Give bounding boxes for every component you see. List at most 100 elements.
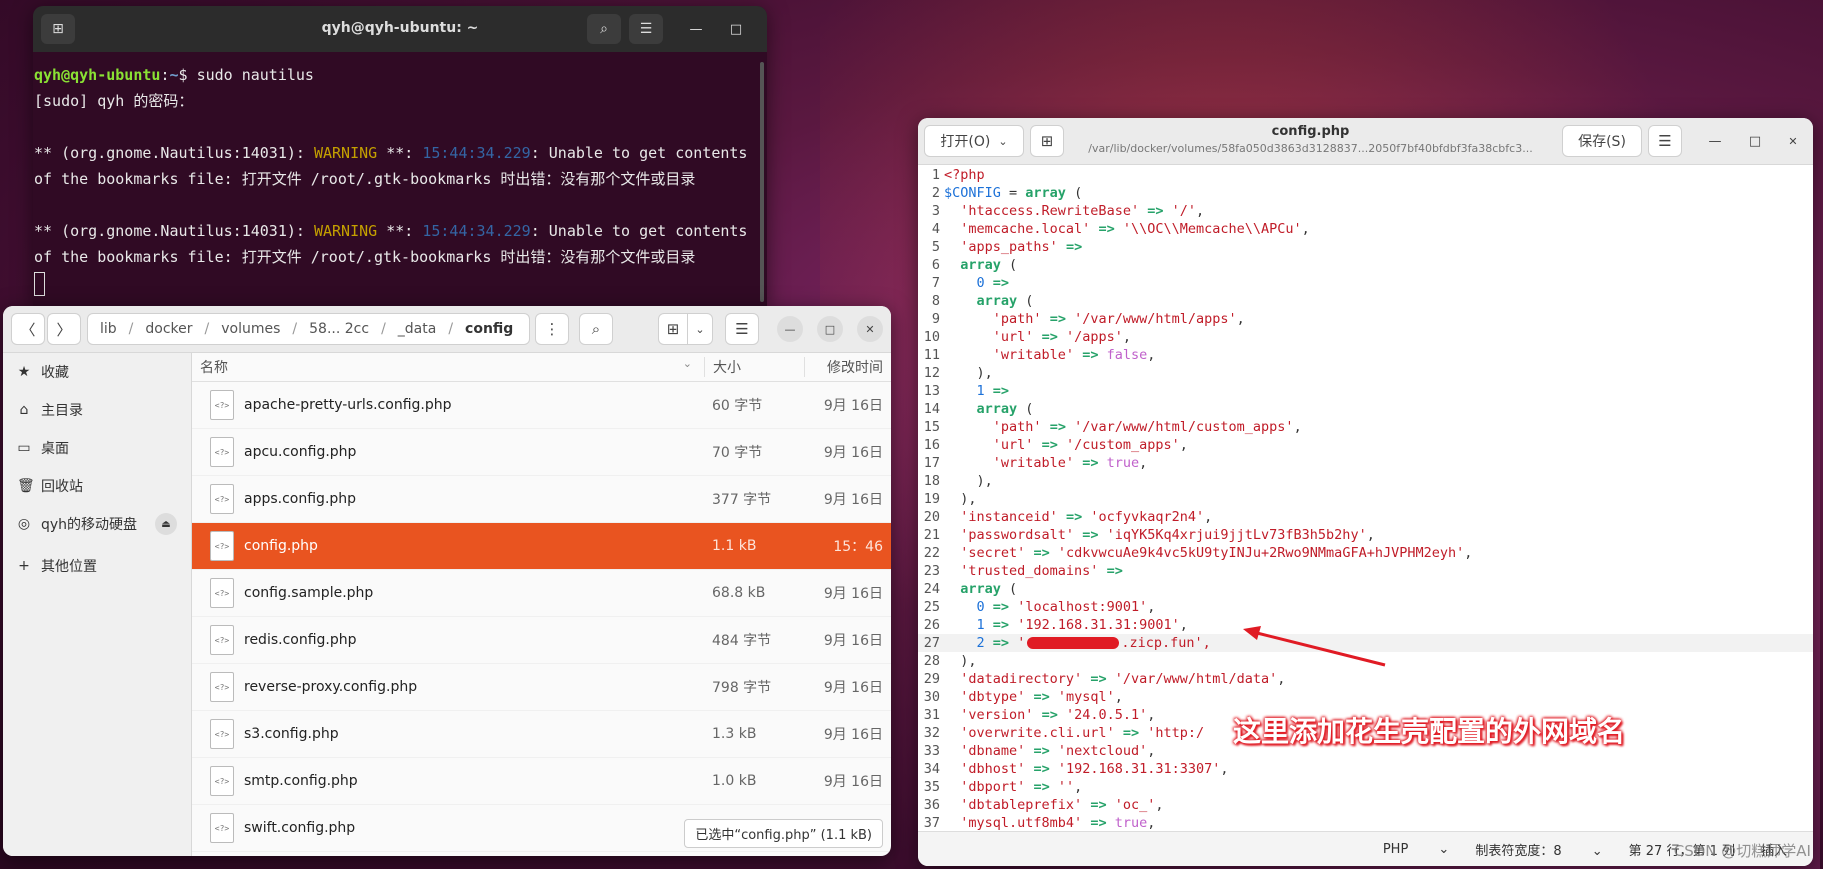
code-line: 18 ),: [918, 472, 1813, 490]
sidebar-item[interactable]: ◎ qyh的移动硬盘 ⏏: [3, 505, 191, 543]
line-number: 8: [931, 293, 940, 309]
code-text: 'dbhost' => '192.168.31.31:3307',: [960, 761, 1229, 777]
file-name: apache-pretty-urls.config.php: [244, 397, 452, 413]
eject-icon[interactable]: ⏏: [155, 513, 177, 535]
line-number: 13: [923, 383, 940, 399]
file-row[interactable]: <?> s3.config.php 1.3 kB 9月 16日: [192, 711, 891, 758]
prompt-dollar: $: [178, 66, 197, 84]
menu-icon[interactable]: ☰: [1648, 125, 1682, 157]
column-date-header[interactable]: 修改时间: [804, 357, 891, 377]
breadcrumb-item[interactable]: 58... 2cc: [297, 321, 381, 337]
line-number: 28: [923, 653, 940, 669]
terminal-titlebar[interactable]: ⊞ qyh@qyh-ubuntu: ~ ⌕ ☰ — □ ✕: [33, 6, 767, 52]
sidebar-item[interactable]: 🗑 回收站: [3, 467, 191, 505]
line-number: 4: [931, 221, 940, 237]
breadcrumb-item[interactable]: _data: [386, 321, 449, 337]
line-number: 2: [931, 185, 940, 201]
line-number: 11: [923, 347, 940, 363]
column-size-header[interactable]: 大小: [704, 357, 804, 377]
sidebar-item[interactable]: + 其他位置: [3, 547, 191, 585]
file-name: smtp.config.php: [244, 773, 358, 789]
grid-view-icon[interactable]: ⊞: [658, 313, 688, 345]
search-icon[interactable]: ⌕: [579, 313, 613, 345]
file-manager-header[interactable]: 〈 〉 lib / docker / volumes/58... 2cc / _data / c…: [3, 306, 891, 353]
menu-icon[interactable]: ☰: [629, 14, 663, 44]
breadcrumb-item[interactable]: docker: [133, 321, 204, 337]
save-button[interactable]: 保存(S): [1562, 125, 1642, 157]
sidebar-item[interactable]: ⌂ 主目录: [3, 391, 191, 429]
code-text: 0 => 'localhost:9001',: [976, 599, 1156, 615]
close-icon[interactable]: ✕: [1782, 130, 1804, 152]
breadcrumb-item[interactable]: lib: [88, 321, 129, 337]
maximize-icon[interactable]: □: [725, 18, 747, 40]
code-line: 10 'url' => '/apps',: [918, 328, 1813, 346]
minimize-icon[interactable]: —: [777, 316, 803, 342]
search-icon[interactable]: ⌕: [587, 14, 621, 44]
redacted-domain: [1027, 637, 1120, 649]
line-number: 36: [923, 797, 940, 813]
code-line: 2 $CONFIG = array (: [918, 184, 1813, 202]
terminal-window[interactable]: ⊞ qyh@qyh-ubuntu: ~ ⌕ ☰ — □ ✕ qyh@qyh-ub…: [33, 6, 767, 306]
file-size: 68.8 kB: [712, 585, 766, 601]
forward-button[interactable]: 〉: [47, 313, 81, 345]
close-icon[interactable]: ✕: [857, 316, 883, 342]
minimize-icon[interactable]: —: [1704, 130, 1726, 152]
column-header: 名称 ⌄ 大小 修改时间: [192, 353, 891, 382]
sidebar-item-label: 其他位置: [41, 559, 97, 575]
sidebar-item[interactable]: ▭ 桌面: [3, 429, 191, 467]
terminal-output[interactable]: qyh@qyh-ubuntu:~$ sudo nautilus [sudo] q…: [33, 52, 767, 296]
line-number: 1: [931, 167, 940, 183]
open-button[interactable]: 打开(O) ⌄: [924, 125, 1024, 157]
file-manager-window[interactable]: 〈 〉 lib / docker / volumes/58... 2cc / _data / c…: [3, 306, 891, 856]
line-number: 5: [931, 239, 940, 255]
file-row[interactable]: <?> apache-pretty-urls.config.php 60 字节 9月 …: [192, 382, 891, 429]
line-number: 24: [923, 581, 940, 597]
view-options-chevron-icon[interactable]: ⌄: [687, 313, 713, 345]
code-text: array (: [976, 401, 1034, 417]
code-text: 'mysql.utf8mb4' => true,: [960, 815, 1156, 831]
warn-message: : Unable to get contents: [530, 144, 748, 162]
file-row[interactable]: <?> redis.config.php 484 字节 9月 16日: [192, 617, 891, 664]
file-date: 9月 16日: [823, 633, 883, 649]
path-bar[interactable]: lib / docker / volumes/58... 2cc / _data / confi…: [87, 313, 530, 345]
minimize-icon[interactable]: —: [685, 18, 707, 40]
maximize-icon[interactable]: □: [817, 316, 843, 342]
file-name-cell: <?> swift.config.php: [192, 813, 704, 843]
file-list[interactable]: 名称 ⌄ 大小 修改时间 <?> apache-pretty-urls.config…: [192, 353, 891, 856]
file-row[interactable]: <?> smtp.config.php 1.0 kB 9月 16日: [192, 758, 891, 805]
file-name-cell: <?> redis.config.php: [192, 625, 704, 655]
breadcrumb-item[interactable]: config: [453, 321, 525, 337]
editor-header[interactable]: 打开(O) ⌄ ⊞ config.php /var/lib/docker/volu…: [918, 118, 1813, 165]
back-button[interactable]: 〈: [11, 313, 45, 345]
menu-icon[interactable]: ☰: [725, 313, 759, 345]
text-editor-window[interactable]: 打开(O) ⌄ ⊞ config.php /var/lib/docker/volu…: [918, 118, 1813, 866]
breadcrumb-item[interactable]: volumes: [209, 321, 292, 337]
language-selector[interactable]: PHP ⌄: [1383, 842, 1450, 857]
code-text: 'path' => '/var/www/html/custom_apps',: [992, 419, 1302, 435]
file-row[interactable]: <?> apcu.config.php 70 字节 9月 16日: [192, 429, 891, 476]
column-name-header[interactable]: 名称 ⌄: [192, 357, 704, 377]
column-name-label: 名称: [200, 360, 228, 376]
terminal-scrollbar[interactable]: [760, 62, 764, 302]
file-row[interactable]: <?> apps.config.php 377 字节 9月 16日: [192, 476, 891, 523]
code-text: ),: [944, 653, 977, 669]
tab-width-selector[interactable]: 制表符宽度：8 ⌄: [1475, 840, 1602, 859]
language-label: PHP: [1382, 841, 1409, 857]
warn-line-2: of the bookmarks file: 打开文件 /root/.gtk-b…: [34, 248, 696, 266]
code-line: 14 array (: [918, 400, 1813, 418]
domain-suffix: .zicp.fun',: [1121, 635, 1211, 651]
sort-chevron-icon[interactable]: ⌄: [683, 357, 692, 370]
path-menu-icon[interactable]: ⋮: [535, 313, 569, 345]
maximize-icon[interactable]: □: [1744, 130, 1766, 152]
file-row[interactable]: <?> config.php 1.1 kB 15：46: [192, 523, 891, 570]
prompt-path: ~: [169, 66, 179, 84]
line-number: 22: [923, 545, 940, 561]
file-row[interactable]: <?> config.sample.php 68.8 kB 9月 16日: [192, 570, 891, 617]
new-document-icon[interactable]: ⊞: [1030, 125, 1064, 157]
sidebar-item-label: 回收站: [41, 479, 83, 495]
code-line: 11 'writable' => false,: [918, 346, 1813, 364]
code-text: 'htaccess.RewriteBase' => '/',: [960, 203, 1205, 219]
file-date: 9月 16日: [823, 727, 883, 743]
file-row[interactable]: <?> reverse-proxy.config.php 798 字节 9月 16日: [192, 664, 891, 711]
sidebar-item[interactable]: ★ 收藏: [3, 353, 191, 391]
